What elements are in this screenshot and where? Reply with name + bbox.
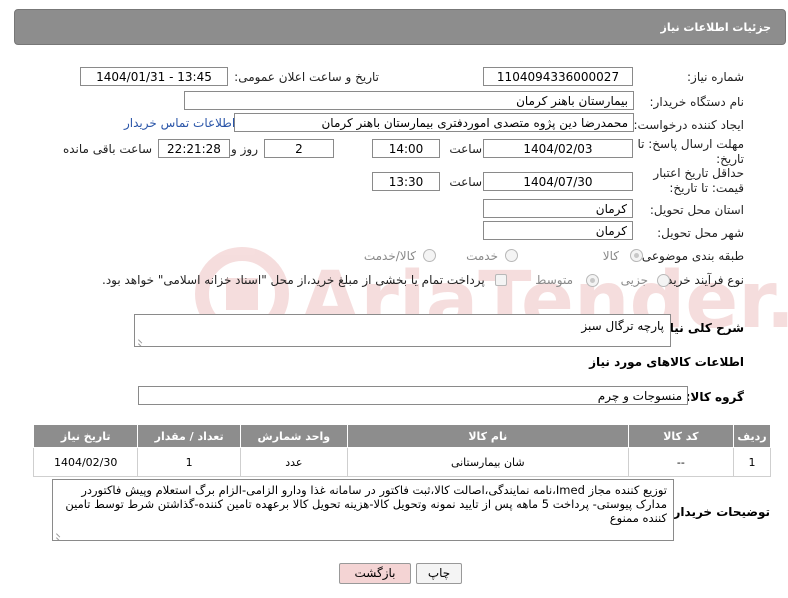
category-service-label: خدمت <box>466 249 498 263</box>
cell-goods-name: شان بیمارستانی <box>346 447 629 477</box>
description-field: پارچه ترگال سبز <box>134 314 671 347</box>
category-radio-service[interactable] <box>505 249 518 262</box>
days-label: روز و <box>231 142 258 156</box>
days-remaining-field: 2 <box>264 139 334 158</box>
creator-field: محمدرضا دین پژوه متصدی اموردفتری بیمارست… <box>234 113 634 132</box>
city-field: کرمان <box>483 221 633 240</box>
panel-header: جزئیات اطلاعات نیاز <box>14 9 786 45</box>
print-button[interactable]: چاپ <box>416 563 462 584</box>
process-radio-minor[interactable] <box>657 274 670 287</box>
buyer-org-field: بیمارستان باهنر کرمان <box>184 91 634 110</box>
col-need-date: تاریخ نیاز <box>32 424 139 448</box>
goods-table: ردیف کد کالا نام کالا واحد شمارش تعداد /… <box>32 424 771 477</box>
process-radio-medium[interactable] <box>586 274 599 287</box>
need-number-label: شماره نیاز: <box>687 70 744 84</box>
process-minor-label: جزیی <box>620 273 648 287</box>
reply-deadline-label: مهلت ارسال پاسخ: تا تاریخ: <box>637 137 744 166</box>
cell-unit: عدد <box>239 447 348 477</box>
reply-time-label: ساعت <box>449 142 482 156</box>
cell-quantity: 1 <box>137 447 241 477</box>
cell-goods-code: -- <box>627 447 735 477</box>
treasury-payment-checkbox[interactable] <box>495 274 507 286</box>
col-unit: واحد شمارش <box>239 424 348 448</box>
col-goods-code: کد کالا <box>627 424 735 448</box>
process-label: نوع فرآیند خرید : <box>659 273 744 287</box>
treasury-payment-note: پرداخت تمام یا بخشی از مبلغ خرید،از محل … <box>102 273 485 287</box>
reply-time-field: 14:00 <box>372 139 440 158</box>
description-text: پارچه ترگال سبز <box>581 319 664 333</box>
resize-grip-icon[interactable] <box>55 530 64 538</box>
goods-info-title: اطلاعات کالاهای مورد نیاز <box>589 355 744 369</box>
buyer-notes-text: توزیع کننده مجاز Imed،نامه نمایندگی،اصال… <box>65 483 667 525</box>
province-label: استان محل تحویل: <box>649 203 744 217</box>
buyer-notes-label: توضیحات خریدار: <box>668 505 770 519</box>
category-radio-goods[interactable] <box>630 249 643 262</box>
need-number-field: 1104094336000027 <box>483 67 633 86</box>
cell-row-number: 1 <box>733 447 771 477</box>
price-time-label: ساعت <box>449 175 482 189</box>
category-label: طبقه بندی موضوعی: <box>637 249 744 263</box>
back-button[interactable]: بازگشت <box>339 563 411 584</box>
creator-label: ایجاد کننده درخواست: <box>633 118 744 132</box>
category-goods-label: کالا <box>602 249 619 263</box>
goods-group-label: گروه کالا: <box>685 390 744 404</box>
time-remaining-label: ساعت باقی مانده <box>62 142 152 156</box>
col-goods-name: نام کالا <box>346 424 629 448</box>
price-time-field: 13:30 <box>372 172 440 191</box>
col-row-number: ردیف <box>733 424 771 448</box>
category-radio-goods-service[interactable] <box>423 249 436 262</box>
col-quantity: تعداد / مقدار <box>137 424 241 448</box>
cell-need-date: 1404/02/30 <box>32 447 139 477</box>
announce-datetime-field: 1404/01/31 - 13:45 <box>80 67 228 86</box>
category-goods-service-label: کالا/خدمت <box>363 249 416 263</box>
goods-table-header: ردیف کد کالا نام کالا واحد شمارش تعداد /… <box>32 424 771 448</box>
price-date-field: 1404/07/30 <box>483 172 633 191</box>
table-row: 1 -- شان بیمارستانی عدد 1 1404/02/30 <box>32 447 771 477</box>
buyer-org-label: نام دستگاه خریدار: <box>649 95 745 109</box>
resize-grip-icon[interactable] <box>137 336 146 344</box>
time-remaining-field: 22:21:28 <box>158 139 230 158</box>
province-field: کرمان <box>483 199 633 218</box>
process-medium-label: متوسط <box>535 273 573 287</box>
goods-group-field: منسوجات و چرم <box>138 386 688 405</box>
reply-date-field: 1404/02/03 <box>483 139 633 158</box>
announce-label: تاریخ و ساعت اعلان عمومی: <box>234 70 379 84</box>
price-validity-label: حداقل تاریخ اعتبار قیمت: تا تاریخ: <box>653 166 744 195</box>
buyer-contact-link[interactable]: اطلاعات تماس خریدار <box>124 116 235 130</box>
city-label: شهر محل تحویل: <box>657 226 744 240</box>
panel-title: جزئیات اطلاعات نیاز <box>660 21 772 34</box>
buyer-notes-field: توزیع کننده مجاز Imed،نامه نمایندگی،اصال… <box>52 479 674 541</box>
